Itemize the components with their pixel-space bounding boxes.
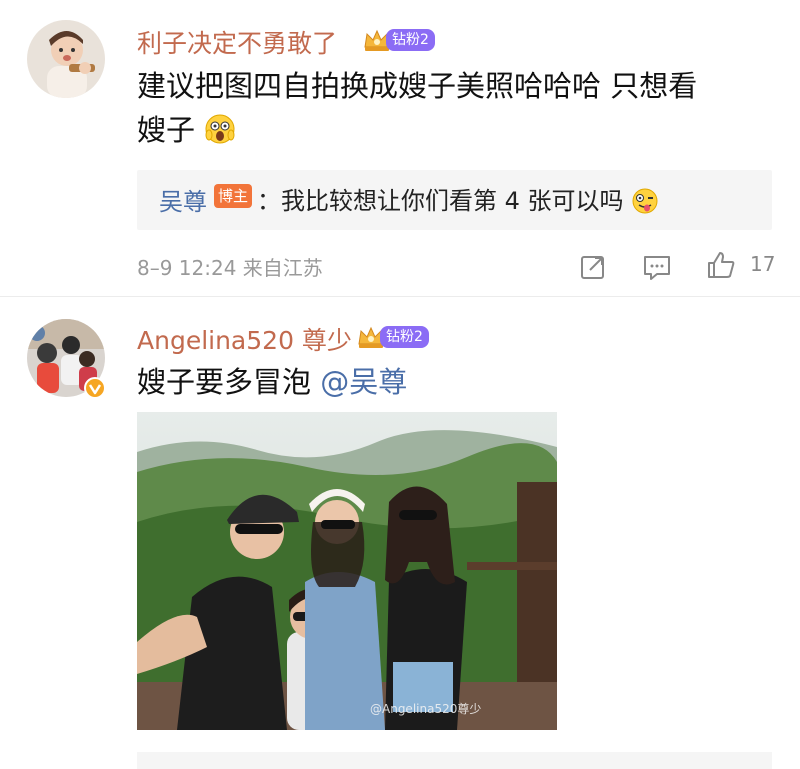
badge-label: 钻粉2 — [380, 326, 429, 348]
comment-item: 利子决定不勇敢了 钻粉2 建议把图四自拍换成嫂子美照哈哈哈 只想看 嫂子 吴尊 … — [0, 0, 800, 296]
badge-label: 钻粉2 — [386, 29, 435, 51]
photo-watermark: @Angelina520尊少 — [370, 702, 482, 716]
scared-emoji-icon — [205, 114, 235, 144]
username[interactable]: Angelina520 尊少 — [137, 321, 352, 357]
thumbs-up-icon[interactable] — [706, 250, 736, 280]
comment-icon[interactable] — [642, 252, 672, 282]
fan-badge: 钻粉2 — [362, 27, 435, 53]
username[interactable]: 利子决定不勇敢了 — [137, 24, 337, 60]
share-icon[interactable] — [578, 252, 608, 282]
blogger-tag: 博主 — [214, 184, 253, 208]
blogger-reply[interactable]: 吴尊 博主 ：我比较想让你们看第 4 张可以吗 — [137, 170, 772, 230]
comment-text-content: 嫂子要多冒泡 — [137, 365, 312, 399]
comment-text-line2: 嫂子 — [137, 113, 196, 147]
reply-text-content: ：我比较想让你们看第 4 张可以吗 — [257, 187, 624, 215]
comment-photo[interactable] — [137, 412, 557, 730]
comment-text: 嫂子要多冒泡 @吴尊 — [137, 360, 407, 404]
tongue-emoji-icon — [632, 188, 658, 214]
reply-username[interactable]: 吴尊 — [159, 182, 207, 217]
mention-link[interactable]: @吴尊 — [320, 365, 407, 399]
reply-text: ：我比较想让你们看第 4 张可以吗 — [257, 181, 659, 216]
verified-icon — [84, 377, 106, 399]
fan-badge: 钻粉2 — [356, 324, 429, 350]
next-reply-box — [137, 752, 772, 769]
comment-text-line1: 建议把图四自拍换成嫂子美照哈哈哈 只想看 — [137, 69, 698, 103]
avatar[interactable] — [27, 20, 105, 98]
comment-text: 建议把图四自拍换成嫂子美照哈哈哈 只想看 嫂子 — [137, 64, 697, 152]
comment-meta: 8–9 12:24 来自江苏 — [137, 256, 323, 280]
like-count: 17 — [750, 252, 776, 276]
